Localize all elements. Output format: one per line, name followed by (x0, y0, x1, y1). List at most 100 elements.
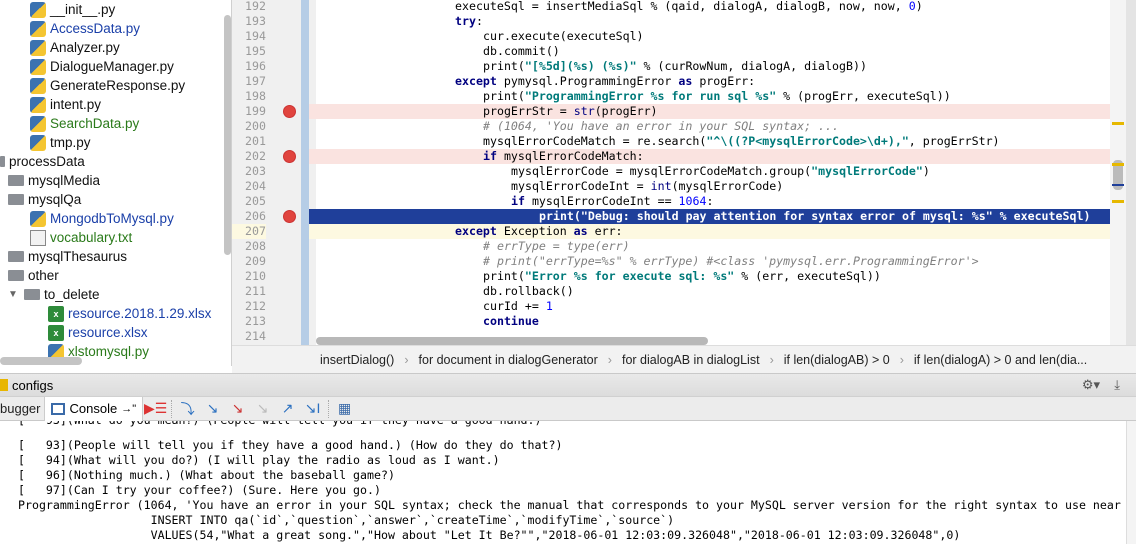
code-line[interactable]: # print("errType=%s" % errType) #<class … (309, 254, 1110, 269)
code-line[interactable]: # (1064, 'You have an error in your SQL … (309, 119, 1110, 134)
code-line[interactable]: except Exception as err: (309, 224, 1110, 239)
code-line[interactable]: if mysqlErrorCodeInt == 1064: (309, 194, 1110, 209)
code-token: except (455, 224, 497, 238)
code-line[interactable]: mysqlErrorCode = mysqlErrorCodeMatch.gro… (309, 164, 1110, 179)
code-line[interactable]: continue (309, 314, 1110, 329)
console-line: [ 93](People will tell you if they have … (18, 438, 563, 452)
step-over-icon[interactable]: ⤵ (179, 401, 197, 417)
code-token: progErrStr = (483, 104, 574, 118)
tree-item[interactable]: mysqlThesaurus (8, 247, 127, 266)
hide-icon[interactable]: ⤓ (1114, 377, 1120, 393)
python-file-icon (30, 20, 46, 37)
stripe-warning-marker[interactable] (1112, 200, 1124, 203)
code-line[interactable]: curId += 1 (309, 299, 1110, 314)
right-tool-strip[interactable] (1126, 0, 1136, 380)
folder-icon (24, 289, 40, 300)
tree-item[interactable]: SearchData.py (30, 114, 139, 133)
code-token: (mysqlErrorCode) (671, 179, 784, 193)
expand-arrow-icon[interactable]: ▼ (8, 285, 20, 304)
stripe-warning-marker[interactable] (1112, 163, 1124, 166)
tree-item[interactable]: __init__.py (30, 0, 115, 19)
folder-icon (0, 156, 5, 167)
tool-window-title: configs (12, 377, 54, 393)
code-line[interactable]: db.commit() (309, 44, 1110, 59)
tool-window-header: configs ⚙▾ ⤓ (0, 373, 1136, 396)
run-to-cursor-icon[interactable]: ↘I (304, 400, 322, 417)
breadcrumb-item[interactable]: if len(dialogAB) > 0 (784, 353, 890, 367)
step-out-icon[interactable]: ↗ (279, 400, 297, 417)
code-line[interactable]: except pymysql.ProgrammingError as progE… (309, 74, 1110, 89)
line-number: 209 (245, 254, 266, 268)
show-execution-point-icon[interactable]: ▶☰ (144, 400, 167, 417)
code-line[interactable]: # errType = type(err) (309, 239, 1110, 254)
breadcrumb-item[interactable]: if len(dialogA) > 0 and len(dia... (914, 353, 1087, 367)
code-line[interactable]: print("ProgrammingError %s for run sql %… (309, 89, 1110, 104)
code-token: mysqlErrorCodeMatch = re.search( (483, 134, 707, 148)
tree-item-label: mysqlThesaurus (28, 249, 128, 264)
console-scrollbar[interactable] (1126, 421, 1136, 544)
tree-item[interactable]: vocabulary.txt (30, 228, 132, 247)
line-number: 193 (245, 14, 266, 28)
code-line[interactable]: try: (309, 14, 1110, 29)
breadcrumb-separator-icon: › (769, 352, 774, 367)
code-line[interactable]: if mysqlErrorCodeMatch: (309, 149, 1110, 164)
tree-item[interactable]: mysqlQa (8, 190, 81, 209)
console-tab-label: Console (69, 401, 118, 416)
tree-item[interactable]: Analyzer.py (30, 38, 120, 57)
breadcrumb-item[interactable]: for document in dialogGenerator (419, 353, 598, 367)
stripe-selection-marker[interactable] (1112, 184, 1124, 186)
tree-item[interactable]: other (8, 266, 59, 285)
code-line[interactable]: mysqlErrorCodeMatch = re.search("^\((?P<… (309, 134, 1110, 149)
code-line[interactable]: db.rollback() (309, 284, 1110, 299)
python-file-icon (30, 58, 46, 75)
tree-item[interactable]: GenerateResponse.py (30, 76, 185, 95)
tree-item[interactable]: ▼ to_delete (8, 285, 100, 304)
code-token: % (curRowNum, dialogA, dialogB)) (636, 59, 867, 73)
tree-item-label: GenerateResponse.py (50, 78, 186, 93)
code-token: print( (483, 59, 525, 73)
code-line[interactable]: progErrStr = str(progErr) (309, 104, 1110, 119)
editor-horizontal-scrollbar[interactable] (316, 337, 708, 345)
code-line[interactable]: print("Debug: should pay attention for s… (309, 209, 1110, 224)
code-line[interactable]: executeSql = insertMediaSql % (qaid, dia… (309, 0, 1110, 14)
tree-item-label: resource.xlsx (68, 325, 148, 340)
code-editor[interactable]: executeSql = insertMediaSql % (qaid, dia… (309, 0, 1110, 345)
error-stripe[interactable] (1110, 0, 1126, 345)
code-line[interactable]: print("[%5d](%s) (%s)" % (curRowNum, dia… (309, 59, 1110, 74)
breakpoint-icon[interactable] (283, 150, 296, 163)
breadcrumb-separator-icon: › (899, 352, 904, 367)
step-into-icon[interactable]: ↘ (204, 400, 222, 417)
tree-item[interactable]: tmp.py (30, 133, 91, 152)
evaluate-expression-icon[interactable]: ▦ (336, 400, 354, 417)
tree-item-label: MongodbToMysql.py (50, 211, 174, 226)
code-line[interactable]: print("Error %s for execute sql: %s" % (… (309, 269, 1110, 284)
tree-horizontal-scrollbar[interactable] (0, 357, 82, 365)
console-output[interactable]: [ 93](What do you mean?) (People will te… (0, 421, 1125, 544)
tree-item[interactable]: processData (0, 152, 85, 171)
code-token: "^\((?P<mysqlErrorCode>\d+)," (706, 134, 909, 148)
tree-item[interactable]: AccessData.py (30, 19, 140, 38)
breakpoint-icon[interactable] (283, 210, 296, 223)
tab-console[interactable]: Console →" (44, 396, 144, 421)
breadcrumb-item[interactable]: for dialogAB in dialogList (622, 353, 760, 367)
tree-item[interactable]: mysqlMedia (8, 171, 100, 190)
tree-item[interactable]: x resource.xlsx (48, 323, 148, 342)
tab-debugger[interactable]: bugger (0, 401, 44, 416)
code-line[interactable]: cur.execute(executeSql) (309, 29, 1110, 44)
config-icon (0, 379, 8, 391)
tree-item[interactable]: intent.py (30, 95, 101, 114)
tree-vertical-scrollbar[interactable] (224, 15, 231, 255)
tree-item-label: mysqlMedia (28, 173, 101, 188)
tree-item-label: intent.py (50, 97, 102, 112)
force-step-into-icon[interactable]: ↘ (254, 400, 272, 417)
code-token: as (573, 224, 588, 238)
breakpoint-icon[interactable] (283, 105, 296, 118)
tree-item[interactable]: x resource.2018.1.29.xlsx (48, 304, 211, 323)
stripe-warning-marker[interactable] (1112, 122, 1124, 125)
step-into-my-code-icon[interactable]: ↘ (229, 400, 247, 417)
tree-item[interactable]: MongodbToMysql.py (30, 209, 174, 228)
gear-icon[interactable]: ⚙▾ (1082, 377, 1100, 393)
tree-item[interactable]: DialogueManager.py (30, 57, 174, 76)
code-line[interactable]: mysqlErrorCodeInt = int(mysqlErrorCode) (309, 179, 1110, 194)
breadcrumb-item[interactable]: insertDialog() (320, 353, 394, 367)
